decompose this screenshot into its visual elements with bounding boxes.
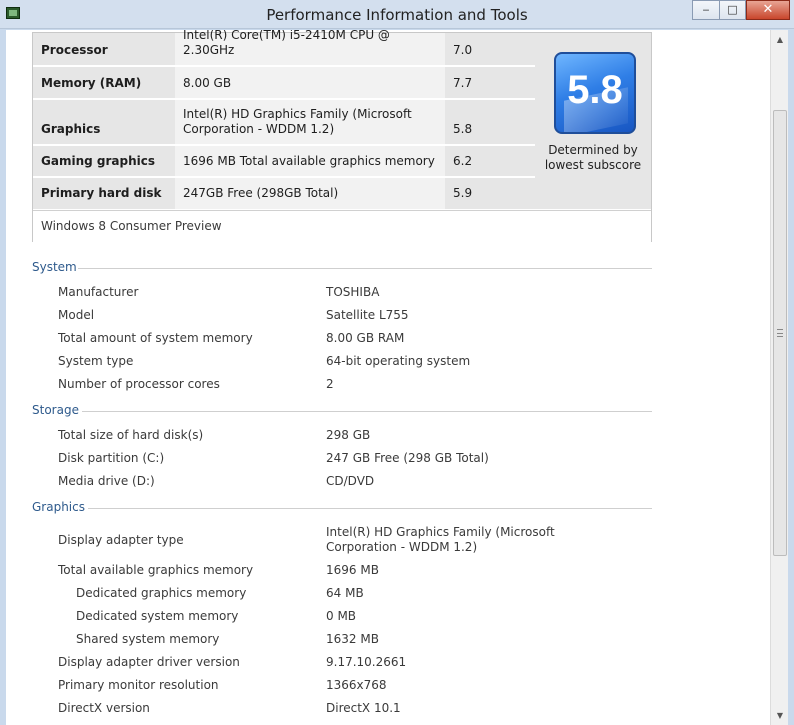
- detail-label: Display adapter driver version: [58, 655, 240, 669]
- rating-text: Intel(R) Core(TM) i5-2410M CPU @ 2.30GHz: [183, 30, 390, 57]
- detail-value: 64 MB: [326, 586, 364, 600]
- detail-label: Dedicated graphics memory: [76, 586, 247, 600]
- rating-text: Intel(R) HD Graphics Family (Microsoft C…: [183, 107, 412, 136]
- component-label: Gaming graphics: [41, 154, 155, 168]
- detail-value: 1632 MB: [326, 632, 379, 646]
- score-row-processor: Processor Intel(R) Core(TM) i5-2410M CPU…: [33, 30, 535, 66]
- detail-label: Total amount of system memory: [58, 331, 253, 345]
- detail-value: 1696 MB: [326, 563, 379, 577]
- detail-value: DirectX 10.1: [326, 701, 401, 715]
- component-label: Memory (RAM): [41, 76, 142, 90]
- subscore-value: 7.7: [453, 76, 473, 90]
- detail-value: 9.17.10.2661: [326, 655, 407, 669]
- detail-label: Media drive (D:): [58, 474, 155, 488]
- detail-value: 8.00 GB RAM: [326, 331, 405, 345]
- section-divider: [78, 268, 652, 269]
- chevron-down-icon[interactable]: ▼: [775, 710, 785, 722]
- row-divider: [33, 176, 535, 178]
- vertical-scrollbar[interactable]: ▲ ▼: [770, 30, 788, 725]
- chevron-up-icon[interactable]: ▲: [775, 34, 785, 46]
- rating-text: 247GB Free (298GB Total): [183, 186, 339, 200]
- detail-value: Satellite L755: [326, 308, 409, 322]
- subscore-value: 5.9: [453, 186, 473, 200]
- score-row-hard-disk: Primary hard disk 247GB Free (298GB Tota…: [33, 177, 535, 209]
- section-heading-system: System: [32, 260, 77, 274]
- detail-label: Total size of hard disk(s): [58, 428, 204, 442]
- window-title: Performance Information and Tools: [266, 6, 528, 24]
- maximize-button[interactable]: □: [719, 0, 746, 20]
- detail-label: System type: [58, 354, 134, 368]
- score-row-graphics: Graphics Intel(R) HD Graphics Family (Mi…: [33, 99, 535, 145]
- detail-value: 247 GB Free (298 GB Total): [326, 451, 489, 465]
- subscore-value: 5.8: [453, 122, 473, 136]
- windows-edition: Windows 8 Consumer Preview: [33, 210, 651, 242]
- window-frame-edge: [788, 30, 794, 725]
- detail-label: Display adapter type: [58, 533, 184, 547]
- close-button[interactable]: ✕: [746, 0, 790, 20]
- row-divider: [33, 144, 535, 146]
- detail-value: 2: [326, 377, 334, 391]
- base-score-panel: 5.8 Determined by lowest subscore: [535, 33, 651, 209]
- section-heading-graphics: Graphics: [32, 500, 85, 514]
- detail-value: Intel(R) HD Graphics Family (Microsoft C…: [326, 525, 555, 554]
- row-divider: [33, 98, 535, 100]
- maximize-icon: □: [727, 3, 738, 16]
- close-icon: ✕: [762, 2, 774, 17]
- minimize-icon: ‒: [702, 3, 710, 16]
- component-label: Processor: [41, 43, 108, 57]
- score-row-memory: Memory (RAM) 8.00 GB 7.7: [33, 66, 535, 99]
- detail-label: Disk partition (C:): [58, 451, 165, 465]
- rating-text: 8.00 GB: [183, 76, 232, 90]
- detail-label: Dedicated system memory: [76, 609, 239, 623]
- detail-value: CD/DVD: [326, 474, 375, 488]
- detail-label: DirectX version: [58, 701, 150, 715]
- scrollbar-thumb[interactable]: [773, 110, 787, 556]
- component-label: Graphics: [41, 122, 101, 136]
- detail-value: 1366x768: [326, 678, 387, 692]
- score-table: Processor Intel(R) Core(TM) i5-2410M CPU…: [32, 30, 652, 242]
- base-score-caption: Determined by lowest subscore: [544, 143, 642, 172]
- base-score-value: 5.8: [567, 68, 623, 112]
- subscore-value: 6.2: [453, 154, 473, 168]
- minimize-button[interactable]: ‒: [692, 0, 719, 20]
- detail-label: Primary monitor resolution: [58, 678, 219, 692]
- detail-label: Shared system memory: [76, 632, 220, 646]
- detail-label: Number of processor cores: [58, 377, 220, 391]
- content-panel: Processor Intel(R) Core(TM) i5-2410M CPU…: [6, 30, 770, 725]
- component-label: Primary hard disk: [41, 186, 162, 200]
- base-score-badge: 5.8: [554, 52, 636, 134]
- subscore-value: 7.0: [453, 43, 473, 57]
- section-heading-storage: Storage: [32, 403, 79, 417]
- detail-value: 298 GB: [326, 428, 371, 442]
- detail-label: Manufacturer: [58, 285, 139, 299]
- row-divider: [33, 65, 535, 67]
- section-divider: [82, 411, 652, 412]
- detail-value: 64-bit operating system: [326, 354, 471, 368]
- score-row-gaming-graphics: Gaming graphics 1696 MB Total available …: [33, 145, 535, 177]
- detail-value: TOSHIBA: [326, 285, 380, 299]
- title-bar: Performance Information and Tools ‒ □ ✕: [0, 0, 794, 29]
- detail-label: Model: [58, 308, 95, 322]
- rating-text: 1696 MB Total available graphics memory: [183, 154, 435, 168]
- detail-label: Total available graphics memory: [58, 563, 254, 577]
- detail-value: 0 MB: [326, 609, 357, 623]
- section-divider: [88, 508, 652, 509]
- grip-icon: [777, 329, 783, 337]
